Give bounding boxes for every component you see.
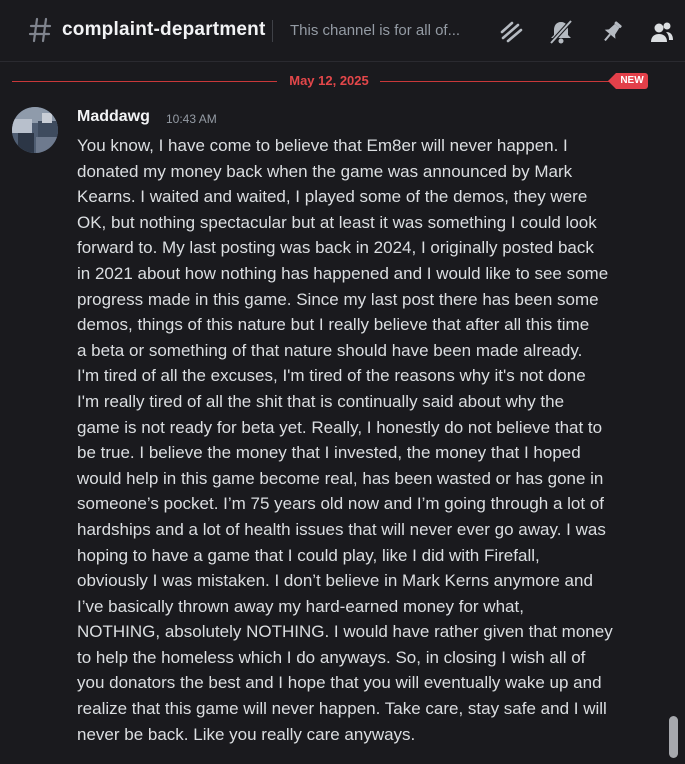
topic-divider: [272, 20, 273, 42]
message-line: realize that this game will never happen…: [77, 699, 607, 719]
channel-hash-icon: [28, 17, 52, 43]
pin-icon[interactable]: [599, 19, 625, 45]
message-line: never be back. Like you really care anyw…: [77, 724, 416, 744]
message-content: You know, I have come to believe that Em…: [77, 133, 647, 747]
divider-date: May 12, 2025: [289, 73, 369, 88]
message-timestamp[interactable]: 10:43 AM: [166, 112, 217, 126]
divider-line-right: [380, 81, 610, 82]
message-line: I’ve basically thrown away my hard-earne…: [77, 596, 524, 616]
message-line: be true. I believe the money that I inve…: [77, 443, 581, 463]
message-line: someone’s pocket. I’m 75 years old now a…: [77, 494, 604, 514]
channel-topic[interactable]: This channel is for all of...: [290, 22, 485, 39]
message-line: you donators the best and I hope that yo…: [77, 673, 602, 693]
new-badge-label: NEW: [616, 73, 648, 89]
avatar[interactable]: [12, 107, 58, 153]
message-line: game is not ready for beta yet. Really, …: [77, 417, 603, 437]
message-author[interactable]: Maddawg: [77, 108, 150, 126]
channel-name: complaint-department: [62, 19, 266, 40]
message-line: NOTHING, absolutely NOTHING. I would hav…: [77, 622, 613, 642]
message-line: hoping to have a game that I could play,…: [77, 545, 540, 565]
message-line: to help the homeless which I do anyways.…: [77, 647, 586, 667]
new-messages-badge: NEW: [608, 73, 648, 89]
message-line: Kearns. I waited and waited, I played so…: [77, 187, 588, 207]
message-line: forward to. My last posting was back in …: [77, 238, 594, 258]
message-line: You know, I have come to believe that Em…: [77, 136, 568, 155]
message-line: I'm really tired of all the shit that is…: [77, 391, 565, 411]
message-line: hardships and a lot of health issues tha…: [77, 519, 606, 539]
message-line: progress made in this game. Since my las…: [77, 289, 599, 309]
message-line: in 2021 about how nothing has happened a…: [77, 263, 609, 283]
threads-icon[interactable]: [498, 19, 524, 45]
date-divider: May 12, 2025 NEW: [12, 73, 648, 91]
message-line: would help in this game become real, has…: [77, 468, 604, 488]
message-line: I'm tired of all the excuses, I'm tired …: [77, 366, 586, 386]
message-line: a beta or something of that nature shoul…: [77, 340, 583, 360]
member-list-icon[interactable]: [649, 19, 675, 45]
message-line: OK, but nothing spectacular but at least…: [77, 212, 597, 232]
channel-header: complaint-department This channel is for…: [0, 0, 685, 62]
divider-line-left: [12, 81, 277, 82]
message-line: obviously I was mistaken. I don’t believ…: [77, 571, 593, 591]
message-line: donated my money back when the game was …: [77, 161, 573, 181]
message-line: demos, things of this nature but I reall…: [77, 315, 590, 335]
notification-muted-icon[interactable]: [548, 19, 574, 45]
scrollbar-thumb[interactable]: [669, 716, 678, 758]
